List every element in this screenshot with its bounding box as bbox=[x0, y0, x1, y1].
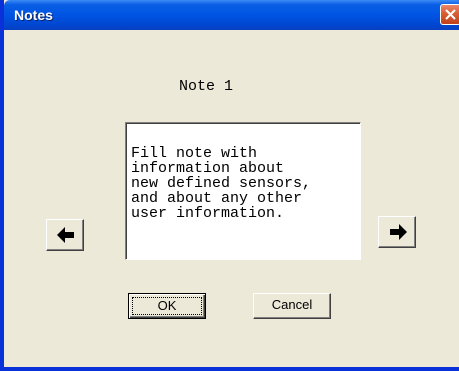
note-title: Note 1 bbox=[179, 78, 234, 95]
close-button[interactable] bbox=[440, 4, 459, 25]
arrow-right-icon bbox=[390, 224, 407, 240]
cancel-button[interactable]: Cancel bbox=[253, 293, 331, 319]
next-note-button[interactable] bbox=[378, 216, 416, 248]
note-text: Fill note with information about new def… bbox=[131, 146, 357, 221]
previous-note-button[interactable] bbox=[46, 219, 84, 251]
window-title: Notes bbox=[14, 7, 53, 23]
note-line: user information. bbox=[131, 205, 285, 222]
notes-dialog: Notes Note 1 Fill note with information … bbox=[0, 0, 459, 371]
title-bar[interactable]: Notes bbox=[4, 0, 459, 30]
ok-button[interactable]: OK bbox=[128, 293, 206, 319]
cancel-button-label: Cancel bbox=[271, 297, 313, 312]
arrow-left-icon bbox=[57, 227, 74, 243]
close-icon bbox=[445, 9, 456, 20]
note-text-area[interactable]: Fill note with information about new def… bbox=[125, 122, 361, 260]
ok-button-label: OK bbox=[132, 297, 202, 315]
